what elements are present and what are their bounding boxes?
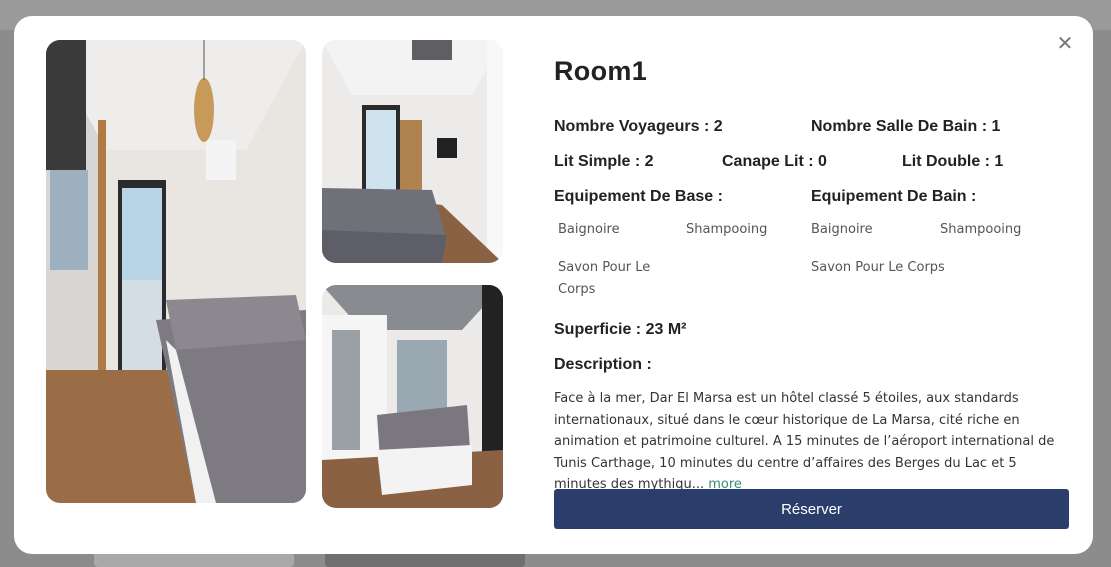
stat-voyageurs: Nombre Voyageurs : 2 <box>554 118 723 135</box>
room-modal: ✕ Room1 Nombre Voyageurs: 2 Nombre Sall… <box>14 16 1093 554</box>
close-icon[interactable]: ✕ <box>1056 33 1074 53</box>
equipement-base-item: Baignoire <box>558 222 620 237</box>
stat-lit-double: Lit Double : 1 <box>902 153 1004 170</box>
equipement-bain-item: Baignoire <box>811 222 873 237</box>
stat-salle-bain: Nombre Salle De Bain : 1 <box>811 118 1001 135</box>
equipement-bain-item: Savon Pour Le Corps <box>811 260 945 275</box>
superficie: Superficie : 23 M² <box>554 321 687 338</box>
equipement-base-item: Shampooing <box>686 222 768 237</box>
description-text: Face à la mer, Dar El Marsa est un hôtel… <box>554 388 1069 496</box>
equipement-base-item: Savon Pour Le Corps <box>558 260 651 297</box>
stat-lit-simple: Lit Simple : 2 <box>554 153 654 170</box>
reserve-button[interactable]: Réserver <box>554 489 1069 529</box>
equipement-base-heading: Equipement De Base : <box>554 188 723 205</box>
room-title: Room1 <box>554 56 648 86</box>
room-photo-secondary[interactable] <box>322 40 503 263</box>
stat-canape-lit: Canape Lit : 0 <box>722 153 827 170</box>
room-photo-tertiary[interactable] <box>322 285 503 508</box>
description-body: Face à la mer, Dar El Marsa est un hôtel… <box>554 391 1055 492</box>
description-heading: Description : <box>554 356 652 373</box>
equipement-bain-item: Shampooing <box>940 222 1022 237</box>
equipement-bain-heading: Equipement De Bain : <box>811 188 977 205</box>
room-photo-main[interactable] <box>46 40 306 503</box>
